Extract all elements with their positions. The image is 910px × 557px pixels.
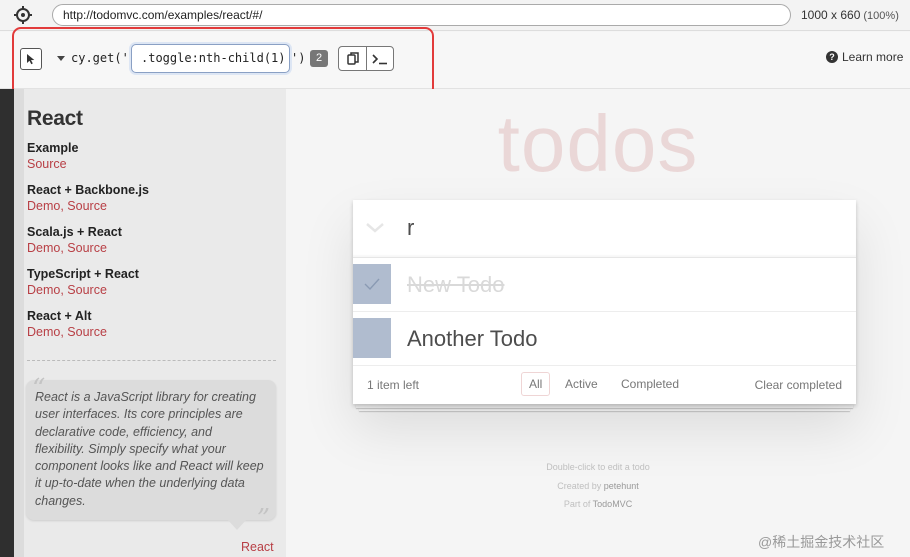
viewport-dimensions: 1000 x 660 (801, 8, 861, 22)
stack-shadow (356, 404, 853, 408)
sidebar-group-alt: React + Alt Demo, Source (27, 308, 107, 340)
new-todo-row: r (353, 200, 856, 258)
new-todo-input[interactable]: r (407, 215, 414, 241)
sidebar-group-links[interactable]: Source (27, 156, 78, 172)
viewport-zoom: (100%) (863, 10, 899, 22)
todo-label[interactable]: Another Todo (407, 326, 537, 352)
sidebar-group-typescript: TypeScript + React Demo, Source (27, 266, 139, 298)
sidebar-group-links[interactable]: Demo, Source (27, 198, 149, 214)
todomvc-link[interactable]: TodoMVC (593, 499, 633, 509)
items-left-count: 1 item left (367, 378, 420, 392)
question-circle-icon: ? (826, 51, 838, 63)
crosshair-icon[interactable] (12, 4, 34, 26)
close-quote-icon: ” (256, 504, 270, 534)
todo-main: todos r New Todo Another Todo 1 item lef… (286, 89, 910, 557)
sidebar-group-scalajs: Scala.js + React Demo, Source (27, 224, 122, 256)
sidebar-group-links[interactable]: Demo, Source (27, 324, 107, 340)
filter-completed[interactable]: Completed (613, 372, 687, 396)
sidebar-group-name: Example (27, 141, 79, 155)
viewport-size: 1000 x 660 (100%) (801, 8, 899, 22)
annotation-highlight (12, 27, 434, 97)
left-edge-strip (0, 89, 14, 557)
todo-footer: 1 item left All Active Completed Clear c… (353, 366, 856, 404)
author-link[interactable]: petehunt (604, 481, 639, 491)
sidebar-group-name: TypeScript + React (27, 267, 139, 281)
sidebar-group-name: Scala.js + React (27, 225, 122, 239)
url-input[interactable]: http://todomvc.com/examples/react/#/ (52, 4, 791, 26)
learn-sidebar: React Example Source React + Backbone.js… (24, 89, 286, 557)
info-created-by: Created by petehunt (286, 477, 910, 496)
filter-all[interactable]: All (521, 372, 551, 396)
sidebar-group-example: Example Source (27, 140, 78, 172)
sidebar-group-links[interactable]: Demo, Source (27, 282, 139, 298)
todo-item: Another Todo (353, 312, 856, 366)
sidebar-title: React (27, 107, 83, 130)
info-edit-hint: Double-click to edit a todo (546, 462, 650, 472)
sidebar-group-backbone: React + Backbone.js Demo, Source (27, 182, 149, 214)
toggle-all-chevron-icon[interactable] (365, 218, 385, 238)
watermark: @稀土掘金技术社区 (758, 534, 885, 550)
sidebar-group-links[interactable]: Demo, Source (27, 240, 122, 256)
sidebar-group-name: React + Alt (27, 309, 92, 323)
sidebar-divider (27, 360, 276, 361)
learn-more-label: Learn more (842, 50, 904, 64)
quote-tail (228, 520, 246, 530)
quote-footer-link[interactable]: React (241, 540, 274, 554)
todo-app: r New Todo Another Todo 1 item left All … (353, 200, 856, 404)
app-title: todos (497, 99, 699, 188)
quote-text: React is a JavaScript library for creati… (35, 390, 264, 508)
stack-shadow (359, 408, 850, 411)
learn-more-link[interactable]: ? Learn more (826, 50, 903, 64)
info-footer: Double-click to edit a todo Created by p… (286, 458, 910, 514)
info-part-of: Part of TodoMVC (286, 495, 910, 514)
filter-active[interactable]: Active (557, 372, 606, 396)
clear-completed-button[interactable]: Clear completed (755, 378, 842, 392)
quote-box: “ React is a JavaScript library for crea… (26, 374, 276, 534)
todo-toggle-checkbox[interactable] (353, 318, 391, 358)
todo-item: New Todo (353, 258, 856, 312)
check-icon (364, 278, 380, 291)
todo-label[interactable]: New Todo (407, 272, 504, 298)
info-created-by-label: Created by (557, 480, 604, 491)
todo-toggle-checkbox[interactable] (353, 264, 391, 304)
info-part-of-label: Part of (563, 499, 593, 509)
left-gutter (14, 89, 24, 557)
sidebar-group-name: React + Backbone.js (27, 183, 149, 197)
